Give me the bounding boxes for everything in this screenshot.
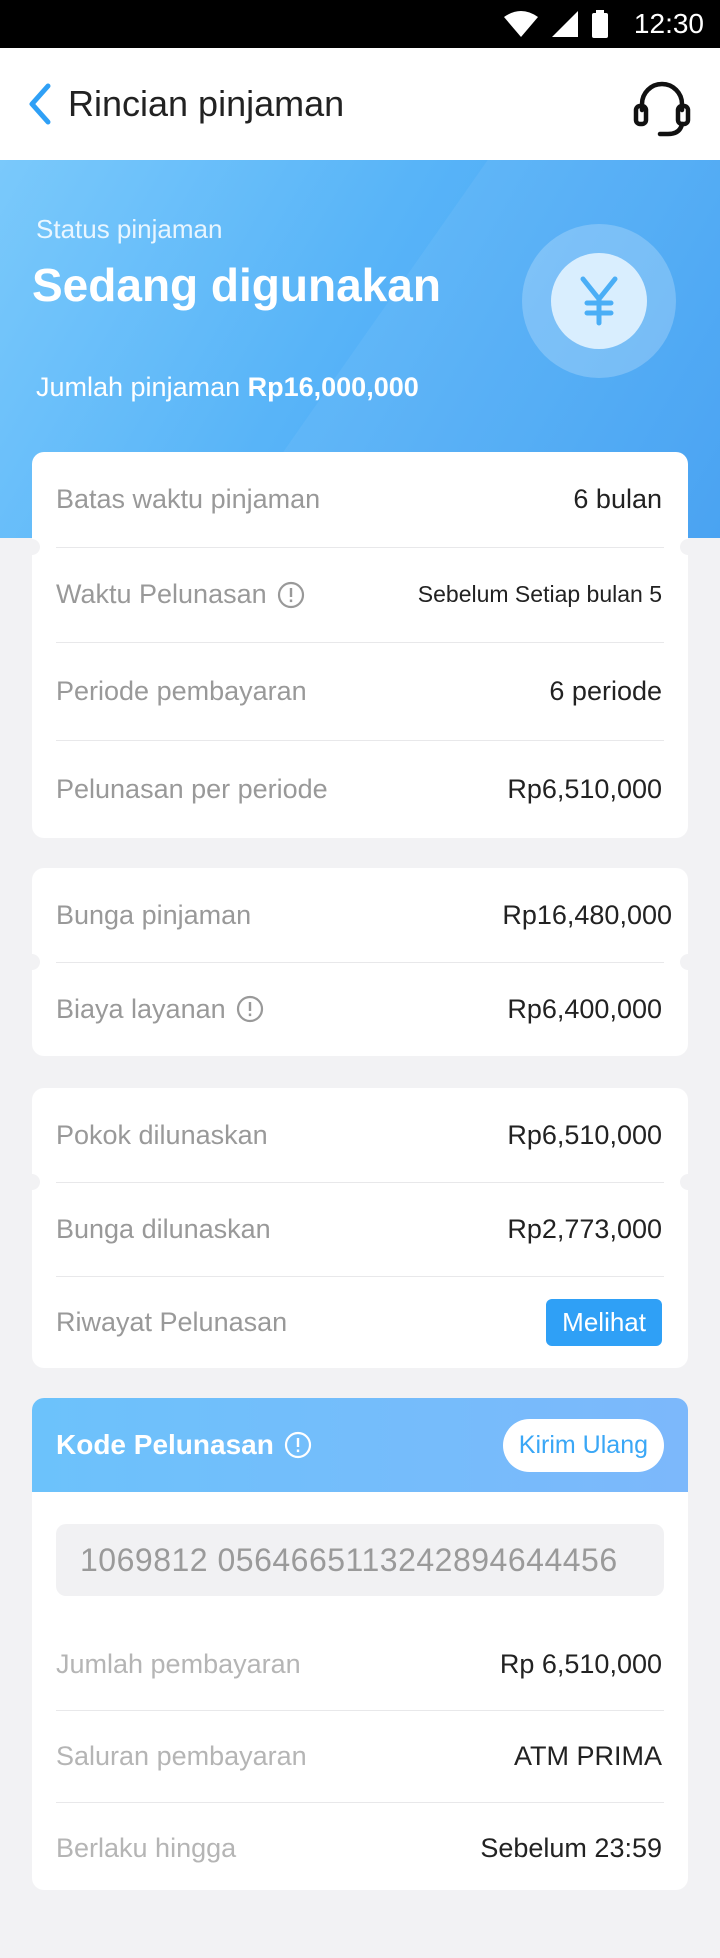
status-bar: 12:30	[0, 0, 720, 48]
headset-support-icon[interactable]	[632, 78, 692, 138]
resend-button[interactable]: Kirim Ulang	[502, 1418, 664, 1472]
info-row: Jumlah pembayaran Rp 6,510,000	[32, 1618, 688, 1710]
repayment-history-row: Riwayat Pelunasan Melihat	[32, 1276, 688, 1368]
page-title: Rincian pinjaman	[68, 83, 345, 124]
row-label: Waktu Pelunasan	[56, 579, 305, 610]
loan-amount: Jumlah pinjaman Rp16,000,000	[36, 372, 419, 403]
loan-amount-label: Jumlah pinjaman	[36, 372, 241, 402]
row-value: Rp16,480,000	[502, 899, 672, 930]
card-notch	[24, 1174, 40, 1190]
card-notch	[680, 539, 696, 555]
back-arrow-icon[interactable]	[24, 80, 56, 128]
info-icon[interactable]	[277, 581, 305, 609]
card-notch	[680, 954, 696, 970]
cellular-signal-icon	[552, 11, 578, 37]
loan-terms-card: Batas waktu pinjaman 6 bulan Waktu Pelun…	[24, 452, 696, 838]
info-icon[interactable]	[236, 995, 264, 1023]
status-icons	[504, 10, 608, 38]
view-history-button[interactable]: Melihat	[546, 1298, 662, 1346]
repayment-code-card: Kode Pelunasan Kirim Ulang 1069812 05646…	[32, 1398, 688, 1890]
row-label-text: Biaya layanan	[56, 993, 226, 1024]
row-value: Rp6,510,000	[507, 773, 662, 804]
card-notch	[680, 1174, 696, 1190]
row-label: Riwayat Pelunasan	[56, 1306, 288, 1337]
row-label: Biaya layanan	[56, 994, 264, 1025]
repayment-details: Jumlah pembayaran Rp 6,510,000 Saluran p…	[32, 1618, 688, 1890]
info-icon[interactable]	[284, 1431, 312, 1459]
row-value: Sebelum Setiap bulan 5	[417, 581, 662, 607]
loan-amount-value: Rp16,000,000	[247, 372, 419, 402]
repayment-code-title-text: Kode Pelunasan	[56, 1429, 274, 1460]
loan-status-value: Sedang digunakan	[32, 259, 441, 311]
loan-status-label: Status pinjaman	[36, 214, 223, 244]
row-label: Bunga pinjaman	[56, 899, 252, 930]
info-row: Bunga pinjaman Rp16,480,000	[32, 868, 688, 962]
row-value: 6 bulan	[573, 484, 662, 514]
row-label: Bunga dilunaskan	[56, 1213, 271, 1244]
row-label: Pokok dilunaskan	[56, 1119, 268, 1150]
fees-card: Bunga pinjaman Rp16,480,000 Biaya layana…	[24, 868, 696, 1056]
info-row: Berlaku hingga Sebelum 23:59	[32, 1802, 688, 1890]
card-notch	[24, 539, 40, 555]
yen-icon	[580, 276, 618, 326]
info-row: Pelunasan per periode Rp6,510,000	[32, 740, 688, 838]
row-label: Berlaku hingga	[56, 1832, 237, 1863]
repayment-code-title: Kode Pelunasan	[56, 1429, 312, 1461]
nav-bar: Rincian pinjaman	[0, 48, 720, 160]
wifi-icon	[504, 11, 538, 37]
coin-icon	[522, 224, 676, 378]
repayment-code-header: Kode Pelunasan Kirim Ulang	[32, 1398, 688, 1492]
row-label-text: Waktu Pelunasan	[56, 579, 267, 609]
info-row: Saluran pembayaran ATM PRIMA	[32, 1710, 688, 1802]
card-notch	[24, 954, 40, 970]
battery-icon	[592, 10, 608, 38]
repaid-card: Pokok dilunaskan Rp6,510,000 Bunga dilun…	[24, 1088, 696, 1368]
repayment-code-value: 1069812 0564665113242894644456	[56, 1524, 664, 1596]
info-row: Periode pembayaran 6 periode	[32, 642, 688, 740]
info-row: Pokok dilunaskan Rp6,510,000	[32, 1088, 688, 1182]
row-label: Jumlah pembayaran	[56, 1648, 301, 1679]
row-value: 6 periode	[549, 675, 662, 706]
info-row: Waktu Pelunasan Sebelum Setiap bulan 5	[24, 539, 696, 642]
info-row: Bunga dilunaskan Rp2,773,000	[24, 1174, 696, 1276]
row-label: Periode pembayaran	[56, 675, 307, 706]
row-label: Pelunasan per periode	[56, 773, 328, 804]
row-label: Batas waktu pinjaman	[56, 484, 321, 514]
info-row: Batas waktu pinjaman 6 bulan	[32, 452, 688, 547]
row-value: Rp6,510,000	[507, 1119, 662, 1150]
row-value: ATM PRIMA	[514, 1740, 662, 1771]
row-value: Rp6,400,000	[507, 993, 662, 1024]
coin-inner	[551, 253, 647, 349]
row-value: Sebelum 23:59	[480, 1832, 662, 1863]
row-label: Saluran pembayaran	[56, 1740, 307, 1771]
info-row: Biaya layanan Rp6,400,000	[24, 954, 696, 1056]
row-value: Rp2,773,000	[507, 1213, 662, 1244]
clock: 12:30	[633, 8, 704, 39]
row-value: Rp 6,510,000	[499, 1648, 662, 1679]
